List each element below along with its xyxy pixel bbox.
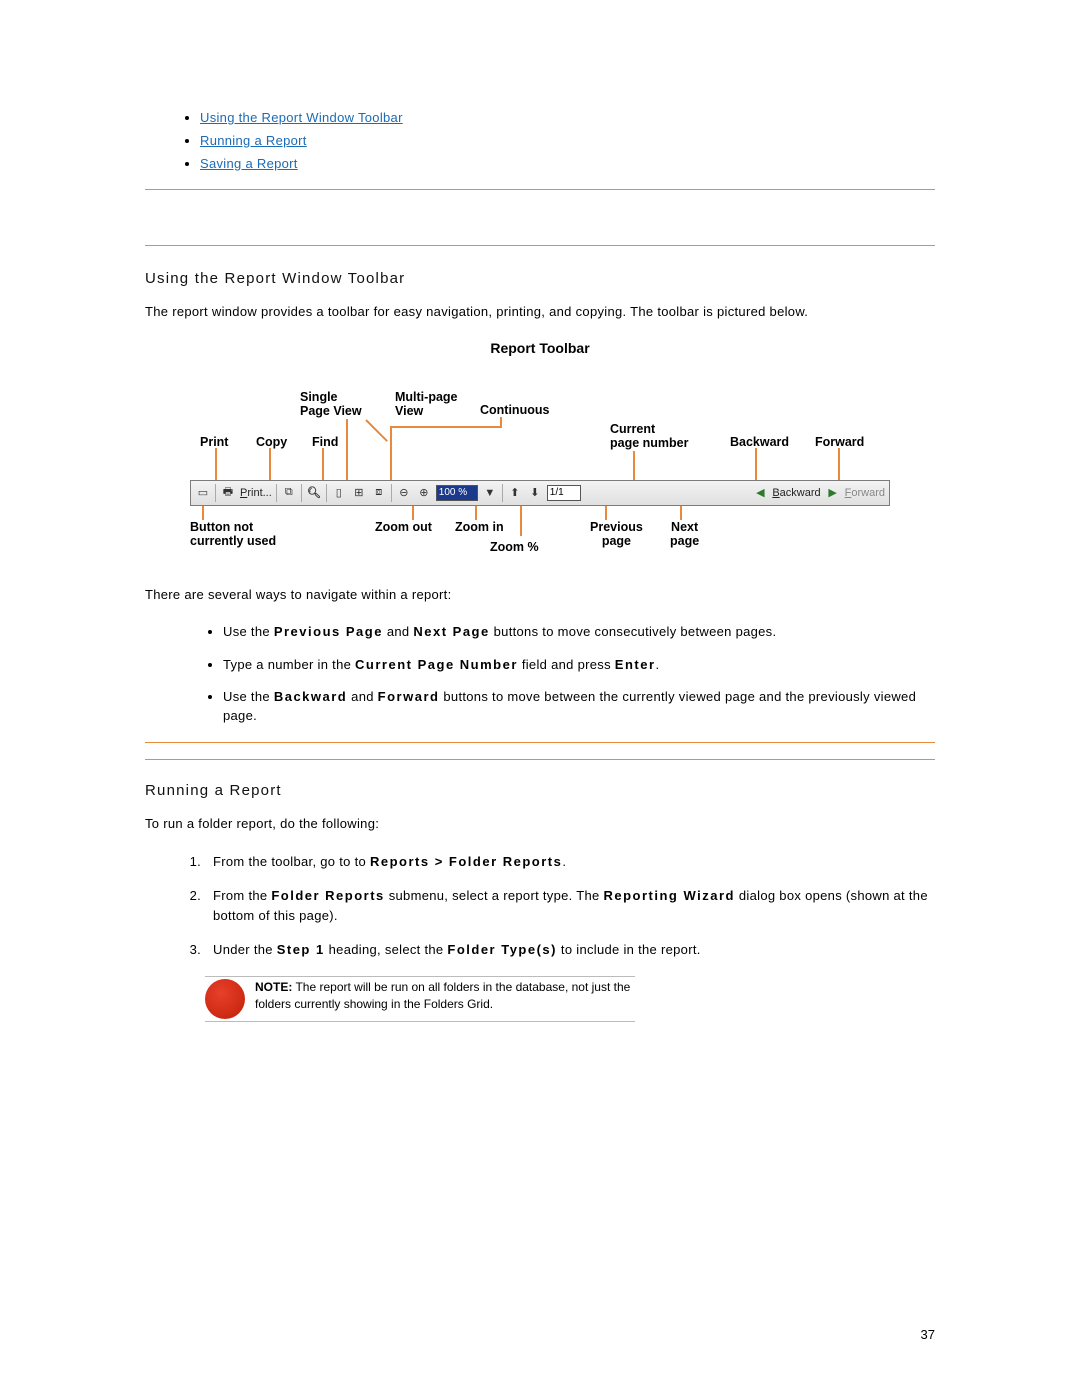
link-saving-report[interactable]: Saving a Report [200, 156, 298, 171]
section-divider [145, 189, 935, 246]
zoom-percent-field[interactable] [436, 485, 478, 501]
connector [755, 448, 757, 480]
unused-button-icon[interactable]: ▭ [195, 485, 211, 501]
find-icon[interactable]: 🔍︎ [306, 485, 322, 501]
page-number: 37 [921, 1327, 935, 1342]
separator [391, 484, 392, 502]
zoom-in-icon[interactable]: ⊕ [416, 485, 432, 501]
rule [145, 189, 935, 190]
report-toolbar-figure: Report Toolbar Single Page View Multi-pa… [190, 340, 890, 570]
label-backward: Backward [730, 435, 789, 449]
backward-icon[interactable]: ◀ [752, 485, 768, 501]
single-page-icon[interactable]: ▯ [331, 485, 347, 501]
print-button[interactable]: PPrint...rint... [240, 487, 272, 499]
connector [346, 419, 348, 480]
rule [145, 759, 935, 760]
paragraph: To run a folder report, do the following… [145, 815, 935, 834]
connector [322, 448, 324, 480]
page-number-field[interactable] [547, 485, 581, 501]
backward-button[interactable]: Backward [772, 487, 820, 499]
ordered-steps: From the toolbar, go to to Reports > Fol… [145, 852, 935, 961]
forward-icon[interactable]: ▶ [825, 485, 841, 501]
print-icon[interactable]: 🖶 [220, 485, 236, 501]
connector [475, 506, 477, 520]
link-using-toolbar[interactable]: Using the Report Window Toolbar [200, 110, 403, 125]
list-item: Saving a Report [200, 156, 935, 171]
bullet-list: Use the Previous Page and Next Page butt… [145, 623, 935, 726]
continuous-icon[interactable]: ⧈ [371, 485, 387, 501]
section-heading-running: Running a Report [145, 782, 935, 799]
connector [390, 426, 502, 428]
separator [215, 484, 216, 502]
list-item: From the toolbar, go to to Reports > Fol… [205, 852, 935, 872]
list-item: Use the Previous Page and Next Page butt… [223, 623, 935, 642]
forward-button[interactable]: Forward [845, 487, 885, 499]
rule [145, 245, 935, 246]
note-callout: NOTE: The report will be run on all fold… [205, 976, 635, 1022]
connector [605, 506, 607, 520]
separator [301, 484, 302, 502]
zoom-dropdown-icon[interactable]: ▼ [482, 485, 498, 501]
figure-title: Report Toolbar [490, 340, 589, 356]
separator [502, 484, 503, 502]
connector [390, 426, 392, 480]
label-next-page: Next page [670, 520, 699, 549]
label-previous-page: Previous page [590, 520, 643, 549]
label-zoom-in: Zoom in [455, 520, 504, 534]
multi-page-icon[interactable]: ⊞ [351, 485, 367, 501]
copy-icon[interactable]: ⧉ [281, 485, 297, 501]
document-page: Using the Report Window Toolbar Running … [0, 0, 1080, 1397]
list-item: Using the Report Window Toolbar [200, 110, 935, 125]
connector [215, 448, 217, 480]
label-find: Find [312, 435, 338, 449]
label-copy: Copy [256, 435, 287, 449]
list-item: Running a Report [200, 133, 935, 148]
note-icon [205, 979, 245, 1019]
label-single-page-view: Single Page View [300, 390, 362, 419]
separator [326, 484, 327, 502]
next-page-icon[interactable]: ⬇ [527, 485, 543, 501]
note-text: NOTE: The report will be run on all fold… [255, 979, 635, 1011]
paragraph: There are several ways to navigate withi… [145, 586, 935, 605]
connector [365, 419, 388, 442]
list-item: Use the Backward and Forward buttons to … [223, 688, 935, 726]
connector [633, 451, 635, 480]
rule [145, 742, 935, 743]
connector [520, 506, 522, 536]
connector [269, 448, 271, 480]
connector [412, 506, 414, 520]
zoom-out-icon[interactable]: ⊖ [396, 485, 412, 501]
list-item: Type a number in the Current Page Number… [223, 656, 935, 675]
label-continuous: Continuous [480, 403, 549, 417]
connector [680, 506, 682, 520]
separator [276, 484, 277, 502]
list-item: From the Folder Reports submenu, select … [205, 886, 935, 926]
toolbar: ▭ 🖶 PPrint...rint... ⧉ 🔍︎ ▯ ⊞ ⧈ ⊖ ⊕ ▼ ⬆ … [190, 480, 890, 506]
label-zoom-out: Zoom out [375, 520, 432, 534]
label-multi-page-view: Multi-page View [395, 390, 458, 419]
label-zoom-percent: Zoom % [490, 540, 539, 554]
prev-page-icon[interactable]: ⬆ [507, 485, 523, 501]
section-heading-toolbar: Using the Report Window Toolbar [145, 270, 935, 287]
label-current-page: Current page number [610, 422, 689, 451]
connector [838, 448, 840, 480]
connector [202, 506, 204, 520]
paragraph: The report window provides a toolbar for… [145, 303, 935, 322]
link-running-report[interactable]: Running a Report [200, 133, 307, 148]
toc-links: Using the Report Window Toolbar Running … [145, 110, 935, 171]
list-item: Under the Step 1 heading, select the Fol… [205, 940, 935, 960]
label-button-not-used: Button not currently used [190, 520, 276, 549]
